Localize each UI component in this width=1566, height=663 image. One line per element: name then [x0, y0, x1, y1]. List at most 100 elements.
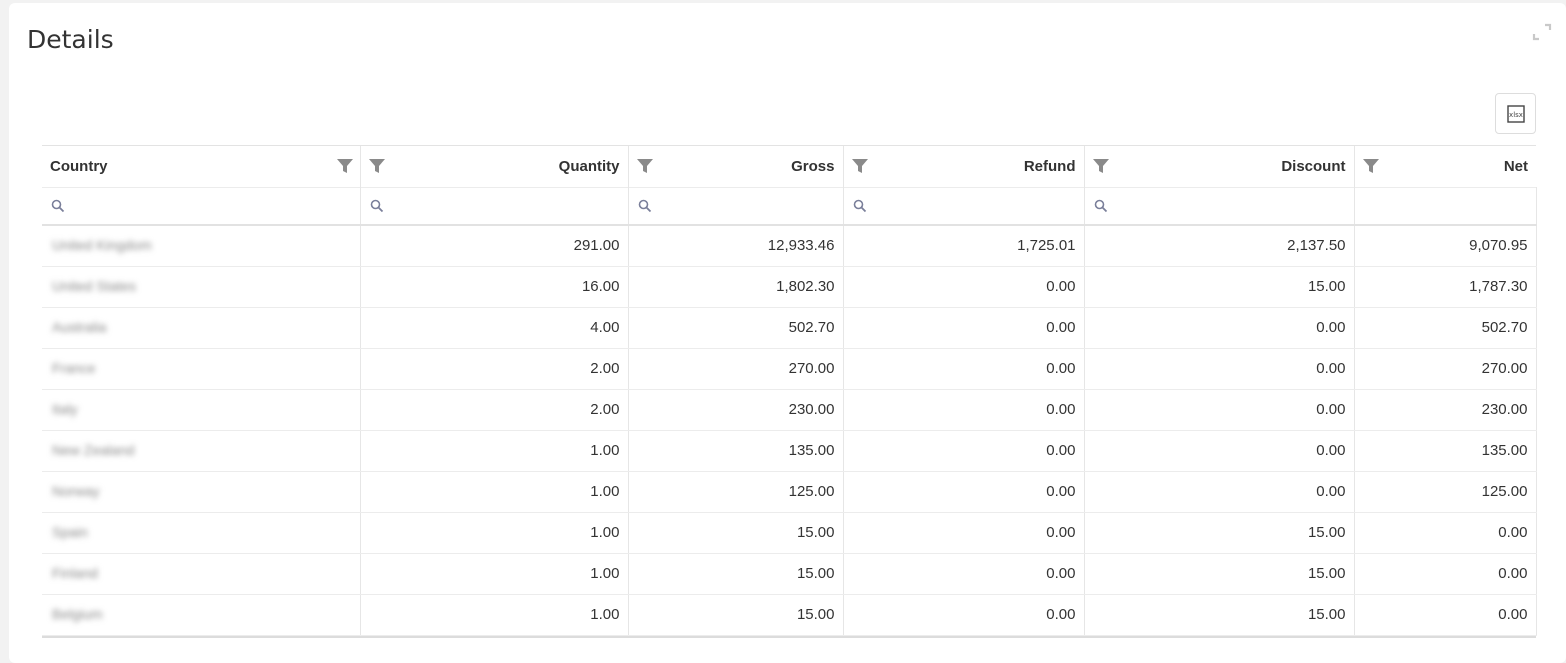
cell-refund: 0.00 — [843, 471, 1085, 513]
table-row[interactable]: New Zealand 1.00 135.00 0.00 0.00 135.00 — [42, 430, 1537, 472]
cell-quantity: 16.00 — [360, 266, 629, 308]
xlsx-icon: xlsx — [1506, 104, 1525, 123]
cell-refund: 0.00 — [843, 266, 1085, 308]
table-row[interactable]: Australia 4.00 502.70 0.00 0.00 502.70 — [42, 307, 1537, 349]
search-row — [42, 186, 1537, 226]
expand-icon[interactable] — [1532, 22, 1552, 42]
cell-gross: 12,933.46 — [628, 225, 844, 267]
cell-net: 135.00 — [1354, 430, 1537, 472]
cell-refund: 0.00 — [843, 348, 1085, 390]
filter-icon[interactable] — [368, 157, 386, 175]
cell-quantity: 291.00 — [360, 225, 629, 267]
column-header-refund[interactable]: Refund — [843, 146, 1085, 187]
column-header-label: Discount — [1281, 157, 1346, 175]
cell-net: 1,787.30 — [1354, 266, 1537, 308]
cell-discount: 0.00 — [1084, 471, 1355, 513]
country-name: Belgium — [52, 606, 103, 622]
country-name: France — [52, 360, 96, 376]
filter-icon[interactable] — [336, 157, 354, 175]
country-name: United States — [52, 278, 137, 294]
cell-gross: 135.00 — [628, 430, 844, 472]
cell-gross: 15.00 — [628, 553, 844, 595]
cell-net: 9,070.95 — [1354, 225, 1537, 267]
cell-net: 270.00 — [1354, 348, 1537, 390]
cell-discount: 0.00 — [1084, 348, 1355, 390]
panel-title: Details — [27, 25, 114, 54]
country-name: Finland — [52, 565, 98, 581]
country-name: New Zealand — [52, 442, 135, 458]
details-grid: Country Quantity Gross Refund Discount N… — [42, 145, 1537, 638]
country-name: Spain — [52, 524, 88, 540]
cell-discount: 0.00 — [1084, 307, 1355, 349]
column-header-quantity[interactable]: Quantity — [360, 146, 629, 187]
column-header-label: Refund — [1023, 157, 1076, 175]
cell-refund: 1,725.01 — [843, 225, 1085, 267]
filter-icon[interactable] — [1092, 157, 1110, 175]
cell-discount: 15.00 — [1084, 266, 1355, 308]
search-input-refund[interactable] — [872, 190, 1083, 221]
table-row[interactable]: France 2.00 270.00 0.00 0.00 270.00 — [42, 348, 1537, 390]
cell-country: New Zealand — [42, 430, 361, 472]
column-header-gross[interactable]: Gross — [628, 146, 844, 187]
country-name: Italy — [52, 401, 78, 417]
cell-country: France — [42, 348, 361, 390]
cell-quantity: 1.00 — [360, 512, 629, 554]
country-name: Norway — [52, 483, 100, 499]
column-header-country[interactable]: Country — [42, 146, 361, 187]
column-header-label: Gross — [791, 157, 835, 175]
cell-discount: 15.00 — [1084, 512, 1355, 554]
table-row[interactable]: United Kingdom 291.00 12,933.46 1,725.01 2,1… — [42, 225, 1537, 267]
cell-quantity: 2.00 — [360, 348, 629, 390]
search-icon — [638, 199, 651, 212]
cell-quantity: 1.00 — [360, 553, 629, 595]
cell-country: Australia — [42, 307, 361, 349]
cell-quantity: 1.00 — [360, 430, 629, 472]
cell-gross: 230.00 — [628, 389, 844, 431]
filter-icon[interactable] — [851, 157, 869, 175]
column-header-discount[interactable]: Discount — [1084, 146, 1355, 187]
search-input-gross[interactable] — [657, 190, 842, 221]
search-icon — [1094, 199, 1107, 212]
cell-quantity: 1.00 — [360, 594, 629, 636]
cell-quantity: 2.00 — [360, 389, 629, 431]
filter-icon[interactable] — [1362, 157, 1380, 175]
table-row[interactable]: Finland 1.00 15.00 0.00 15.00 0.00 — [42, 553, 1537, 595]
search-input-discount[interactable] — [1113, 190, 1353, 221]
cell-gross: 270.00 — [628, 348, 844, 390]
export-xlsx-button[interactable]: xlsx — [1495, 93, 1536, 134]
search-input-quantity[interactable] — [389, 190, 627, 221]
column-header-label: Quantity — [558, 157, 620, 175]
table-row[interactable]: Spain 1.00 15.00 0.00 15.00 0.00 — [42, 512, 1537, 554]
cell-gross: 15.00 — [628, 594, 844, 636]
search-icon — [853, 199, 866, 212]
cell-net: 0.00 — [1354, 512, 1537, 554]
cell-quantity: 1.00 — [360, 471, 629, 513]
cell-refund: 0.00 — [843, 553, 1085, 595]
search-input-net[interactable] — [1369, 190, 1535, 221]
filter-icon[interactable] — [636, 157, 654, 175]
cell-country: Spain — [42, 512, 361, 554]
cell-net: 502.70 — [1354, 307, 1537, 349]
cell-discount: 2,137.50 — [1084, 225, 1355, 267]
country-name: United Kingdom — [52, 237, 152, 254]
cell-net: 0.00 — [1354, 594, 1537, 636]
cell-country: Norway — [42, 471, 361, 513]
cell-country: Belgium — [42, 594, 361, 636]
cell-net: 230.00 — [1354, 389, 1537, 431]
cell-gross: 125.00 — [628, 471, 844, 513]
table-row[interactable]: Belgium 1.00 15.00 0.00 15.00 0.00 — [42, 594, 1537, 636]
cell-refund: 0.00 — [843, 512, 1085, 554]
column-header-net[interactable]: Net — [1354, 146, 1536, 187]
cell-refund: 0.00 — [843, 389, 1085, 431]
table-row[interactable]: Norway 1.00 125.00 0.00 0.00 125.00 — [42, 471, 1537, 513]
table-row[interactable]: United States 16.00 1,802.30 0.00 15.00 1,787… — [42, 266, 1537, 308]
table-row[interactable]: Italy 2.00 230.00 0.00 0.00 230.00 — [42, 389, 1537, 431]
search-input-country[interactable] — [71, 190, 359, 221]
cell-country: United Kingdom — [42, 225, 361, 267]
cell-country: United States — [42, 266, 361, 308]
column-header-label: Net — [1503, 157, 1528, 175]
cell-gross: 502.70 — [628, 307, 844, 349]
cell-country: Italy — [42, 389, 361, 431]
cell-net: 125.00 — [1354, 471, 1537, 513]
cell-discount: 15.00 — [1084, 553, 1355, 595]
